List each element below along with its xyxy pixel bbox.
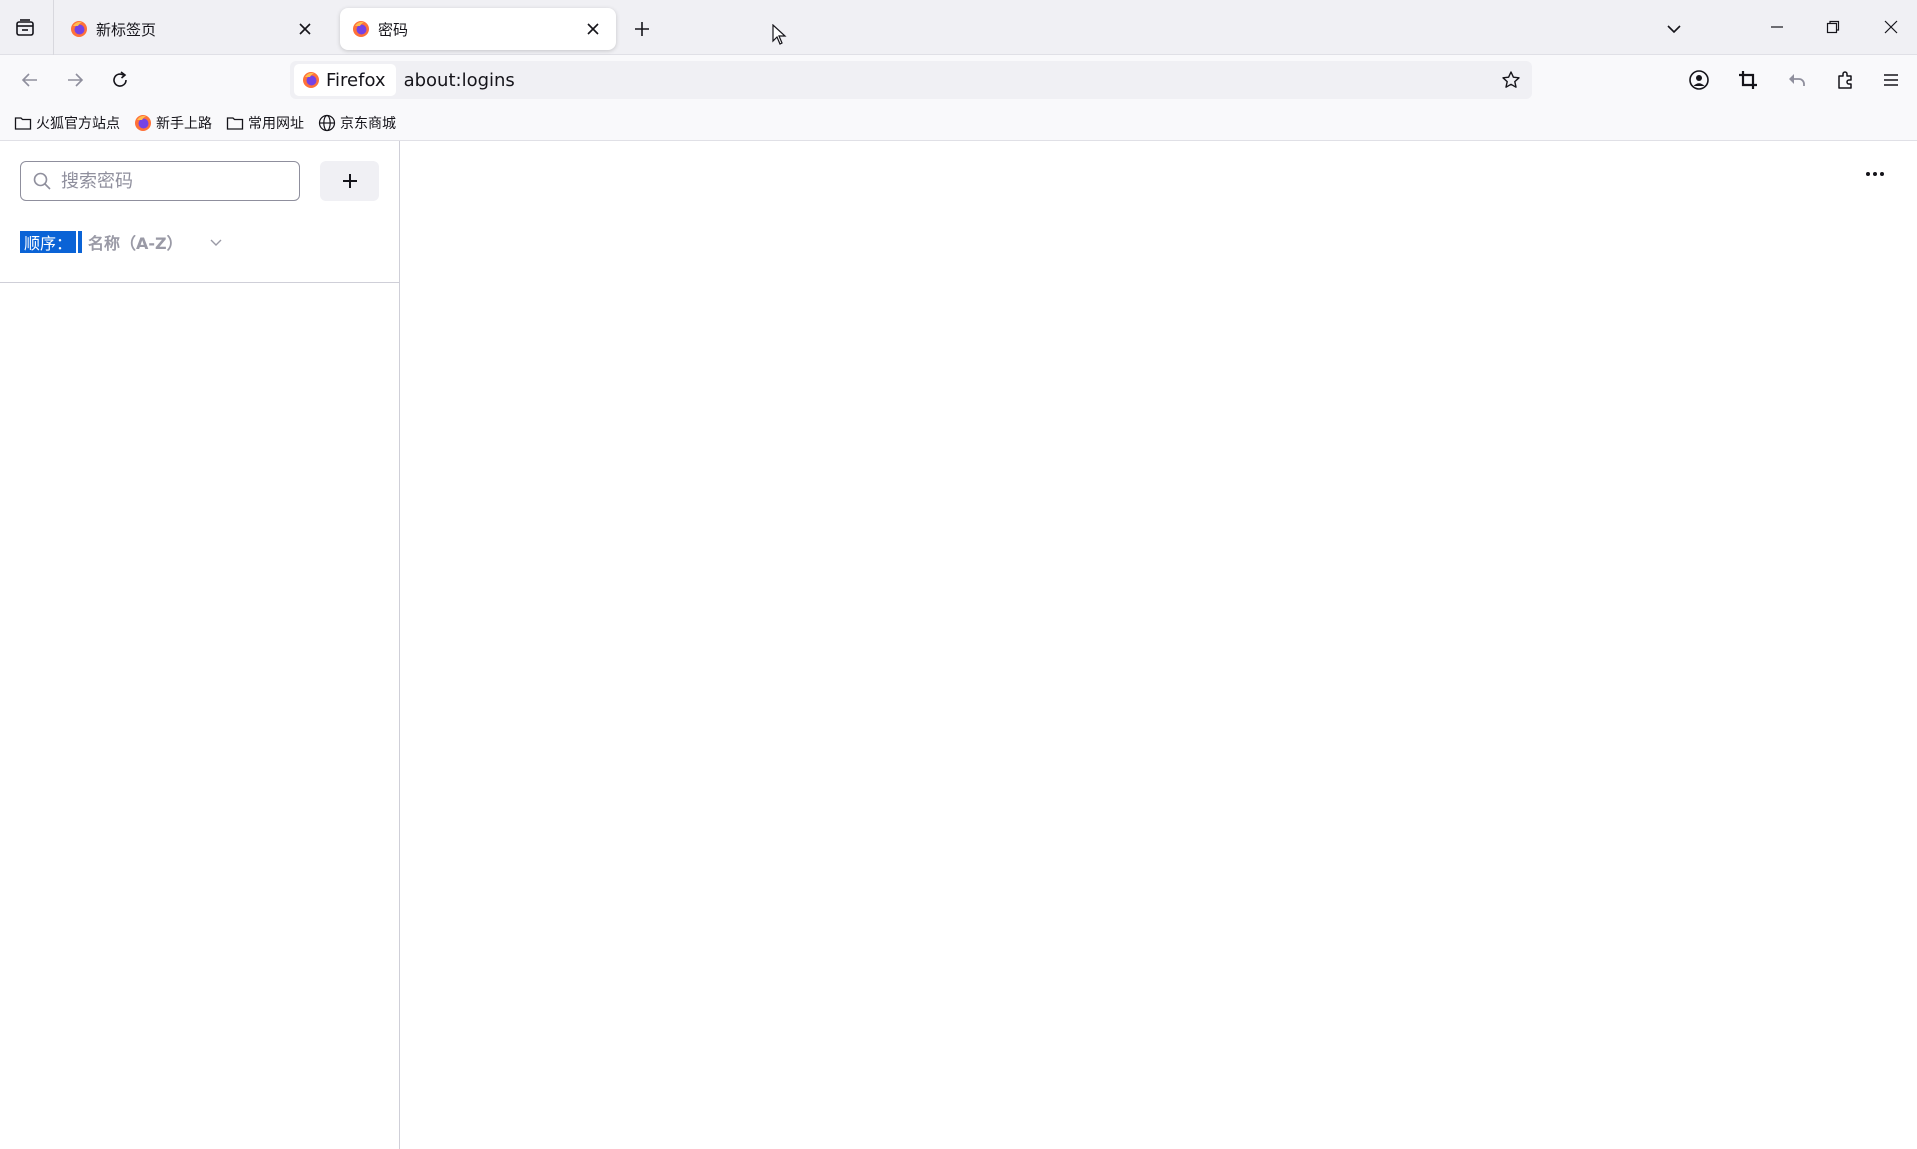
extensions-puzzle-icon[interactable] [1832, 67, 1858, 93]
mouse-cursor-icon [772, 24, 788, 46]
url-text[interactable]: about:logins [404, 70, 1498, 91]
bookmarks-toolbar: 火狐官方站点 新手上路 常用网址 京东商城 [0, 105, 1917, 141]
search-box[interactable] [20, 161, 300, 201]
chevron-down-icon[interactable] [207, 233, 225, 251]
close-tab-icon[interactable] [582, 18, 604, 40]
undo-icon[interactable] [1784, 67, 1810, 93]
page-content: 顺序： 名称（A-Z） [0, 141, 1917, 1149]
bookmark-star-icon[interactable] [1498, 67, 1524, 93]
hamburger-menu-icon[interactable] [1878, 67, 1904, 93]
firefox-icon [70, 20, 88, 38]
close-tab-icon[interactable] [294, 18, 316, 40]
add-login-button[interactable] [320, 161, 379, 201]
bookmark-label: 京东商城 [340, 115, 396, 132]
bookmark-item[interactable]: 新手上路 [134, 110, 212, 136]
minimize-icon[interactable] [1762, 12, 1792, 42]
back-arrow-icon[interactable] [17, 67, 43, 93]
bookmark-label: 新手上路 [156, 115, 212, 132]
login-detail-panel [401, 141, 1917, 1149]
firefox-icon [134, 114, 152, 132]
address-bar[interactable]: Firefox about:logins [290, 61, 1532, 99]
firefox-view-icon[interactable] [12, 15, 38, 41]
forward-arrow-icon[interactable] [62, 67, 88, 93]
search-passwords-input[interactable] [61, 170, 299, 192]
bookmark-label: 火狐官方站点 [36, 115, 120, 132]
tab-separator [53, 0, 54, 55]
tab-new-tab[interactable]: 新标签页 [58, 8, 328, 50]
folder-icon [14, 114, 32, 132]
navigation-toolbar: Firefox about:logins [0, 55, 1917, 105]
bookmark-item[interactable]: 京东商城 [318, 110, 396, 136]
identity-label: Firefox [326, 69, 386, 91]
bookmark-label: 常用网址 [248, 115, 304, 132]
firefox-icon [302, 71, 320, 89]
restore-icon[interactable] [1818, 12, 1848, 42]
more-options-icon[interactable] [1860, 159, 1890, 189]
logins-sidebar: 顺序： 名称（A-Z） [0, 141, 400, 1149]
tab-title: 密码 [378, 20, 409, 39]
firefox-icon [352, 20, 370, 38]
folder-icon [226, 114, 244, 132]
identity-box[interactable]: Firefox [294, 64, 396, 96]
reload-icon[interactable] [107, 67, 133, 93]
sort-selector[interactable]: 顺序： 名称（A-Z） [20, 229, 225, 255]
list-all-tabs-icon[interactable] [1661, 16, 1687, 42]
tab-strip: 新标签页 密码 [0, 0, 1917, 55]
window-close-icon[interactable] [1876, 12, 1906, 42]
sort-label: 顺序： [20, 231, 77, 253]
globe-icon [318, 114, 336, 132]
tab-title: 新标签页 [96, 20, 157, 39]
search-icon [31, 170, 53, 192]
bookmark-item[interactable]: 常用网址 [226, 110, 304, 136]
plus-icon [341, 172, 359, 190]
tab-passwords[interactable]: 密码 [340, 8, 616, 50]
new-tab-icon[interactable] [629, 16, 655, 42]
text-caret [78, 231, 83, 253]
account-icon[interactable] [1686, 67, 1712, 93]
screenshot-crop-icon[interactable] [1735, 67, 1761, 93]
bookmark-item[interactable]: 火狐官方站点 [14, 110, 120, 136]
divider [0, 282, 400, 283]
sort-value[interactable]: 名称（A-Z） [88, 230, 183, 254]
